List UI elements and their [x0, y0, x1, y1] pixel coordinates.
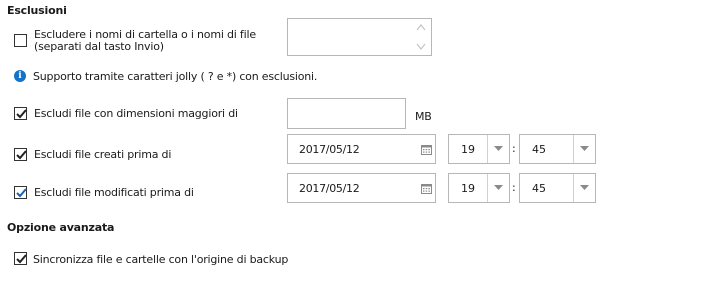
created-hour-value: 19 [461, 143, 475, 156]
created-time-separator: : [512, 142, 516, 155]
created-date-input[interactable]: 2017/05/12 [287, 134, 436, 164]
size-filter-label: Escludi file con dimensioni maggiori di [34, 107, 238, 120]
calendar-icon[interactable] [417, 135, 435, 163]
created-filter-checkbox[interactable] [14, 148, 27, 161]
size-filter-input[interactable] [287, 98, 406, 129]
modified-minute-select[interactable]: 45 [519, 173, 596, 203]
wildcard-info-text: Supporto tramite caratteri jolly ( ? e *… [33, 70, 318, 83]
info-icon: i [14, 70, 26, 82]
created-filter-label: Escludi file creati prima di [34, 148, 172, 161]
created-minute-value: 45 [532, 143, 546, 156]
calendar-icon[interactable] [417, 174, 435, 202]
exclude-names-textarea[interactable] [287, 18, 432, 56]
sync-option-checkbox[interactable] [14, 252, 27, 265]
section-title-advanced: Opzione avanzata [7, 221, 115, 234]
created-minute-select[interactable]: 45 [519, 134, 596, 164]
modified-minute-value: 45 [532, 182, 546, 195]
modified-time-separator: : [512, 181, 516, 194]
modified-filter-label: Escludi file modificati prima di [34, 186, 194, 199]
checkmark-icon [16, 254, 27, 264]
modified-hour-value: 19 [461, 182, 475, 195]
exclude-names-label: Escludere i nomi di cartella o i nomi di… [34, 29, 256, 53]
exclude-names-label-line2: (separati dal tasto Invio) [34, 40, 164, 53]
sync-option-label: Sincronizza file e cartelle con l'origin… [33, 253, 289, 266]
chevron-down-icon[interactable] [487, 135, 509, 163]
created-date-value: 2017/05/12 [299, 143, 360, 156]
checkmark-icon [16, 109, 27, 119]
modified-date-input[interactable]: 2017/05/12 [287, 173, 436, 203]
checkmark-icon [16, 150, 27, 160]
exclude-names-checkbox[interactable] [14, 34, 27, 47]
created-hour-select[interactable]: 19 [448, 134, 510, 164]
chevron-down-icon[interactable] [573, 135, 595, 163]
size-unit-label: MB [415, 110, 432, 123]
modified-date-value: 2017/05/12 [299, 182, 360, 195]
chevron-down-icon[interactable] [487, 174, 509, 202]
spinner-arrows-icon[interactable] [415, 21, 427, 56]
size-filter-checkbox[interactable] [14, 107, 27, 120]
chevron-down-icon[interactable] [573, 174, 595, 202]
checkmark-icon [16, 188, 27, 198]
modified-filter-checkbox[interactable] [14, 186, 27, 199]
modified-hour-select[interactable]: 19 [448, 173, 510, 203]
section-title-exclusions: Esclusioni [7, 4, 67, 17]
